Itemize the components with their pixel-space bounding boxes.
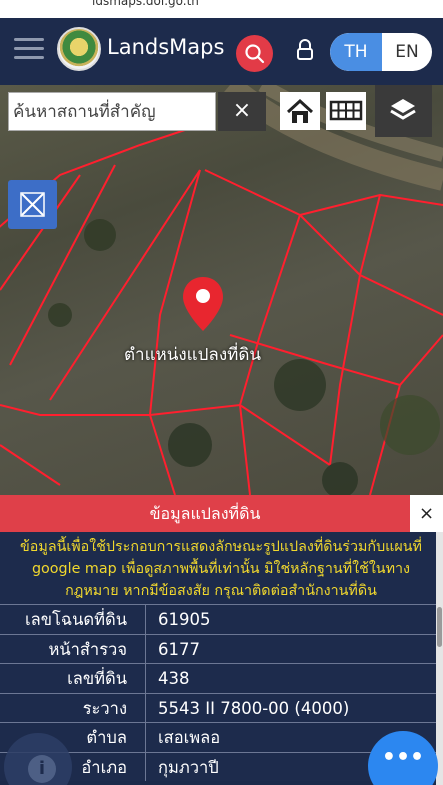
clear-search-button[interactable]: × bbox=[218, 92, 266, 131]
row-value: 5543 II 7800-00 (4000) bbox=[158, 698, 350, 718]
search-icon bbox=[245, 44, 265, 64]
place-search-field[interactable] bbox=[8, 92, 216, 131]
grid-button[interactable] bbox=[326, 92, 366, 130]
home-icon bbox=[286, 98, 314, 123]
chat-icon: ••• bbox=[381, 745, 425, 770]
lock-icon[interactable] bbox=[296, 39, 314, 61]
dol-logo bbox=[57, 27, 101, 71]
home-button[interactable] bbox=[280, 92, 320, 130]
row-key: เลขที่ดิน bbox=[0, 664, 146, 693]
url-fragment: ldsmaps.dol.go.th bbox=[92, 0, 199, 8]
brand-title: LandsMaps bbox=[107, 35, 225, 59]
location-pin-icon[interactable] bbox=[181, 275, 225, 333]
status-strip: ldsmaps.dol.go.th bbox=[0, 0, 443, 18]
row-key: ระวาง bbox=[0, 693, 146, 722]
disclaimer-notice: ข้อมูลนี้เพื่อใช้ประกอบการแสดงลักษณะรูปแ… bbox=[0, 532, 436, 604]
table-row: เลขโฉนดที่ดิน 61905 bbox=[0, 604, 436, 634]
language-toggle[interactable]: TH EN bbox=[330, 33, 432, 71]
info-icon: i bbox=[28, 755, 56, 783]
row-key: เลขโฉนดที่ดิน bbox=[0, 605, 146, 634]
app-header: LandsMaps TH EN bbox=[0, 18, 443, 85]
close-icon[interactable]: × bbox=[410, 495, 443, 532]
grid-icon bbox=[329, 100, 363, 121]
search-button[interactable] bbox=[236, 35, 273, 72]
measure-icon bbox=[20, 192, 45, 217]
lang-th-option[interactable]: TH bbox=[330, 33, 382, 71]
place-search-input[interactable] bbox=[9, 93, 215, 130]
measure-tool-button[interactable] bbox=[8, 180, 57, 229]
row-value: 438 bbox=[158, 669, 190, 688]
row-value: 6177 bbox=[158, 639, 200, 659]
row-value: เสอเพลอ bbox=[158, 728, 221, 747]
hamburger-icon[interactable] bbox=[14, 38, 44, 62]
satellite-map[interactable]: × ตำแหน่งแปลงที่ดิน bbox=[0, 85, 443, 495]
row-value: 61905 bbox=[158, 610, 211, 629]
lang-en-option[interactable]: EN bbox=[382, 33, 432, 71]
table-row: หน้าสำรวจ 6177 bbox=[0, 633, 436, 663]
row-key: หน้าสำรวจ bbox=[0, 634, 146, 663]
layers-icon bbox=[390, 99, 416, 120]
table-row: เลขที่ดิน 438 bbox=[0, 663, 436, 693]
layers-button[interactable] bbox=[375, 85, 432, 137]
row-value: กุมภวาปี bbox=[158, 757, 219, 777]
parcel-info-title: ข้อมูลแปลงที่ดิน bbox=[0, 495, 410, 532]
parcel-location-label: ตำแหน่งแปลงที่ดิน bbox=[124, 345, 262, 365]
table-row: ระวาง 5543 II 7800-00 (4000) bbox=[0, 692, 436, 722]
disclaimer-text: ข้อมูลนี้เพื่อใช้ประกอบการแสดงลักษณะรูปแ… bbox=[20, 539, 422, 599]
